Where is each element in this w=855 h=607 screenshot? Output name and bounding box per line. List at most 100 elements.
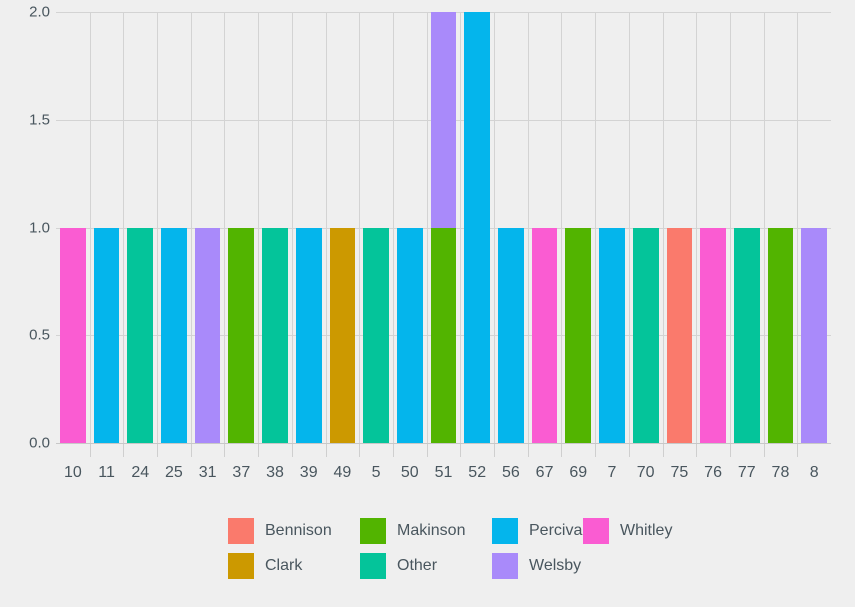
x-axis-tick-mark: [359, 444, 360, 457]
bar-segment[interactable]: [363, 227, 389, 443]
x-axis-tick-label: 5: [371, 464, 381, 481]
bar-segment[interactable]: [632, 227, 659, 443]
bar-group[interactable]: [565, 12, 592, 443]
bar-segment[interactable]: [767, 227, 794, 443]
legend-color-swatch: [360, 518, 386, 544]
x-axis-tick-mark: [696, 444, 697, 457]
legend-item[interactable]: Welsby: [492, 553, 581, 579]
x-axis-tick-label: 39: [299, 464, 318, 481]
x-axis-tick-mark: [663, 444, 664, 457]
legend-color-swatch: [583, 518, 609, 544]
x-axis-tick-label: 49: [333, 464, 352, 481]
bar-segment[interactable]: [396, 227, 423, 443]
bar-group[interactable]: [599, 12, 625, 443]
bar-group[interactable]: [127, 12, 154, 443]
bar-group[interactable]: [733, 12, 760, 443]
bar-group[interactable]: [531, 12, 558, 443]
bar-segment[interactable]: [60, 227, 86, 443]
bar-group[interactable]: [363, 12, 389, 443]
x-axis-tick-label: 77: [737, 464, 756, 481]
legend-item[interactable]: Other: [360, 553, 437, 579]
x-axis-tick-mark: [191, 444, 192, 457]
bar-segment[interactable]: [599, 227, 625, 443]
bar-segment[interactable]: [733, 227, 760, 443]
bar-segment[interactable]: [228, 227, 255, 443]
bar-group[interactable]: [93, 12, 120, 443]
x-axis-tick-label: 31: [198, 464, 217, 481]
bar-group[interactable]: [396, 12, 423, 443]
x-axis-tick-mark: [764, 444, 765, 457]
bar-group[interactable]: [161, 12, 187, 443]
x-axis-tick-mark: [629, 444, 630, 457]
legend-color-swatch: [228, 518, 254, 544]
bar-group[interactable]: [329, 12, 356, 443]
x-axis-labels: 10 11 24 25 31 37 38 39 49 5 50 51 52 56 67 69 7 70 75 76 77…: [56, 463, 831, 487]
bar-segment[interactable]: [161, 227, 187, 443]
bar-group[interactable]: [498, 12, 524, 443]
bar-group[interactable]: [228, 12, 255, 443]
x-axis-tick-mark: [528, 444, 529, 457]
x-axis-tick-mark: [90, 444, 91, 457]
x-axis-tick-mark: [224, 444, 225, 457]
bar-segment[interactable]: [700, 227, 726, 443]
bar-group[interactable]: [430, 12, 457, 443]
x-axis-tick-mark: [797, 444, 798, 457]
x-axis-tick-label: 24: [131, 464, 150, 481]
x-axis-tick-label: 10: [63, 464, 82, 481]
bar-segment[interactable]: [329, 227, 356, 443]
bar-segment[interactable]: [127, 227, 154, 443]
bar-chart: 0.0 0.5 1.0 1.5 2.0 10 11 24 25 31 37 38 39 49 5 50 51 5…: [0, 0, 855, 607]
legend-label: Other: [397, 557, 438, 574]
x-axis-tick-label: 7: [607, 464, 617, 481]
x-axis-tick-mark: [326, 444, 327, 457]
bar-group[interactable]: [194, 12, 221, 443]
bar-segment[interactable]: [194, 227, 221, 443]
x-axis-tick-mark: [258, 444, 259, 457]
bar-segment[interactable]: [430, 227, 457, 443]
bar-segment[interactable]: [531, 227, 558, 443]
x-axis-tick-mark: [157, 444, 158, 457]
legend: Bennison Clark Makinson Other Percival Welsby…: [0, 513, 855, 593]
x-axis-tick-mark: [427, 444, 428, 457]
legend-label: Clark: [265, 557, 303, 574]
bar-segment[interactable]: [565, 227, 592, 443]
bar-group[interactable]: [60, 12, 86, 443]
x-axis-tick-label: 11: [98, 464, 115, 481]
bar-segment[interactable]: [430, 12, 457, 228]
bar-segment[interactable]: [801, 227, 827, 443]
bar-segment[interactable]: [295, 227, 322, 443]
x-axis-tick-label: 25: [165, 464, 183, 481]
legend-item[interactable]: Whitley: [583, 518, 672, 544]
bar-segment[interactable]: [464, 12, 491, 443]
legend-color-swatch: [492, 518, 518, 544]
x-axis-tick-mark: [561, 444, 562, 457]
bar-segment[interactable]: [498, 227, 524, 443]
x-axis-tick-mark: [292, 444, 293, 457]
bar-group[interactable]: [295, 12, 322, 443]
bar-group[interactable]: [464, 12, 491, 443]
bar-group[interactable]: [632, 12, 659, 443]
bar-group[interactable]: [262, 12, 288, 443]
bar-group[interactable]: [666, 12, 693, 443]
x-axis-tick-mark: [730, 444, 731, 457]
bar-group[interactable]: [767, 12, 794, 443]
bar-group[interactable]: [801, 12, 827, 443]
x-axis-tick-mark: [460, 444, 461, 457]
legend-color-swatch: [492, 553, 518, 579]
x-axis-tick-label: 8: [809, 464, 819, 481]
y-axis-tick-label: 0.0: [29, 434, 50, 452]
legend-item[interactable]: Clark: [228, 553, 302, 579]
legend-item[interactable]: Bennison: [228, 518, 332, 544]
y-axis-tick-label: 0.5: [29, 326, 50, 344]
legend-item[interactable]: Makinson: [360, 518, 465, 544]
bar-segment[interactable]: [666, 227, 693, 443]
bar-group[interactable]: [700, 12, 726, 443]
bars-layer: [56, 12, 831, 443]
x-axis-tick-label: 75: [670, 464, 689, 481]
legend-color-swatch: [228, 553, 254, 579]
legend-label: Makinson: [397, 522, 466, 539]
bar-segment[interactable]: [93, 227, 120, 443]
legend-item[interactable]: Percival: [492, 518, 586, 544]
bar-segment[interactable]: [262, 227, 288, 443]
legend-label: Whitley: [620, 522, 673, 539]
